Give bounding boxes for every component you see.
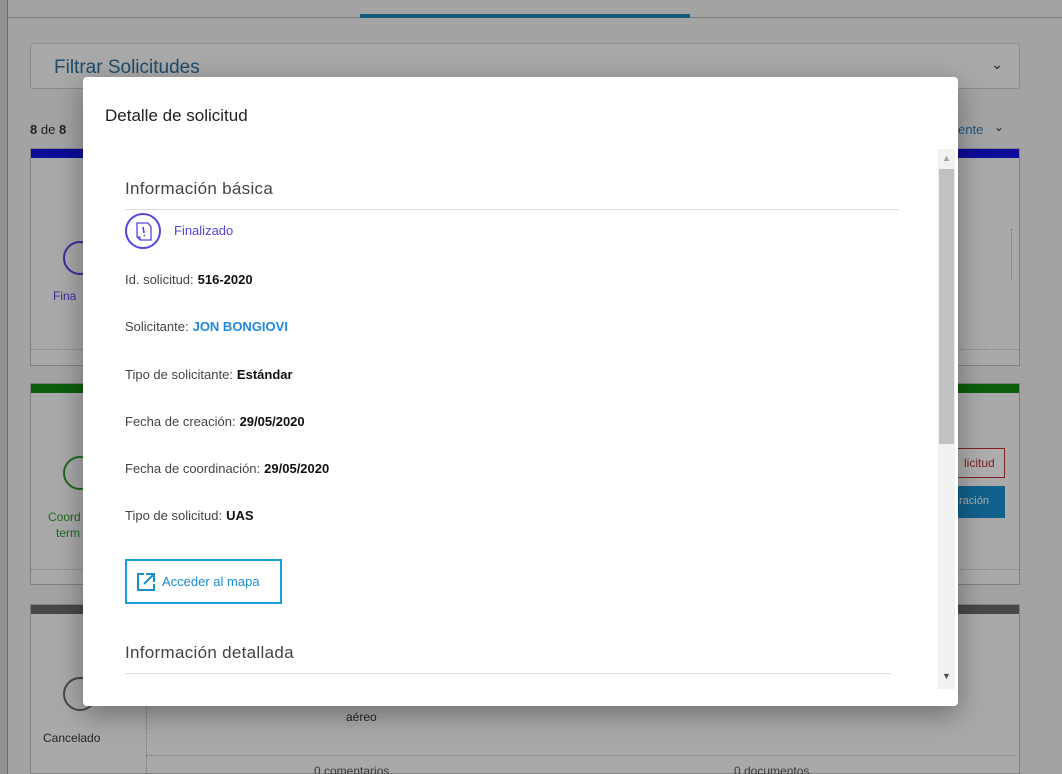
field-label: Tipo de solicitud: — [125, 508, 223, 523]
status-label: Finalizado — [174, 223, 234, 238]
dialog-body[interactable]: Información básica Finalizado Id. solici… — [83, 149, 958, 689]
field-label: Tipo de solicitante: — [125, 367, 233, 382]
field-coordination-date: Fecha de coordinación: 29/05/2020 — [125, 461, 329, 476]
field-value: Estándar — [236, 367, 293, 382]
section-title-detailed: Información detallada — [125, 643, 294, 662]
dialog-scrollbar[interactable]: ▲ ▼ — [938, 149, 955, 689]
field-label: Id. solicitud: — [125, 272, 194, 287]
field-applicant: Solicitante: JON BONGIOVI — [125, 319, 288, 334]
open-map-button[interactable]: Acceder al mapa — [125, 559, 282, 604]
scroll-thumb[interactable] — [939, 169, 954, 444]
field-label: Fecha de creación: — [125, 414, 236, 429]
section-title-basic: Información básica — [125, 179, 274, 198]
external-link-icon — [137, 573, 155, 591]
scroll-down-arrow[interactable]: ▼ — [942, 671, 951, 681]
section-divider — [125, 673, 891, 674]
field-label: Solicitante: — [125, 319, 189, 334]
document-check-icon — [125, 213, 161, 249]
field-value: 29/05/2020 — [264, 461, 330, 476]
section-divider — [125, 209, 899, 210]
field-creation-date: Fecha de creación: 29/05/2020 — [125, 414, 305, 429]
field-applicant-type: Tipo de solicitante: Estándar — [125, 367, 293, 382]
dialog-title: Detalle de solicitud — [105, 106, 248, 125]
field-value: UAS — [226, 508, 254, 523]
field-value: 516-2020 — [197, 272, 253, 287]
field-request-type: Tipo de solicitud: UAS — [125, 508, 254, 523]
field-request-id: Id. solicitud: 516-2020 — [125, 272, 253, 287]
field-label: Fecha de coordinación: — [125, 461, 261, 476]
scroll-up-arrow[interactable]: ▲ — [942, 153, 951, 163]
request-detail-dialog: Detalle de solicitud Información básica … — [83, 77, 958, 706]
open-map-label: Acceder al mapa — [162, 574, 260, 589]
field-value: 29/05/2020 — [239, 414, 305, 429]
applicant-link[interactable]: JON BONGIOVI — [193, 319, 288, 334]
